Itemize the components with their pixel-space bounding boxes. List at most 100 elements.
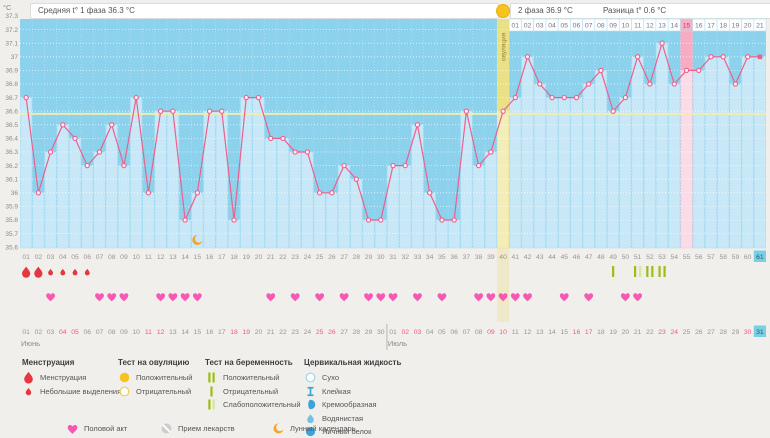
intercourse-heart[interactable] [486,293,495,301]
temperature-point[interactable] [36,191,40,195]
temperature-point[interactable] [195,191,199,195]
intercourse-heart[interactable] [46,293,55,301]
intercourse-heart[interactable] [474,293,483,301]
temperature-point[interactable] [733,82,737,86]
intercourse-heart[interactable] [168,293,177,301]
temperature-point[interactable] [697,68,701,72]
intercourse-heart[interactable] [364,293,373,301]
temperature-point[interactable] [684,68,688,72]
pregnancy-test-marker[interactable] [634,266,641,277]
temperature-point[interactable] [611,109,615,113]
temperature-point[interactable] [403,164,407,168]
intercourse-heart[interactable] [266,293,275,301]
temperature-point[interactable] [501,109,505,113]
temperature-point[interactable] [110,123,114,127]
temperature-point[interactable] [623,96,627,100]
temperature-point[interactable] [220,109,224,113]
temperature-point[interactable] [672,82,676,86]
intercourse-heart[interactable] [291,293,300,301]
temperature-point[interactable] [330,191,334,195]
intercourse-heart[interactable] [633,293,642,301]
temperature-point[interactable] [379,218,383,222]
menstruation-light-marker[interactable] [73,269,78,276]
temperature-point[interactable] [256,96,260,100]
temperature-point[interactable] [171,109,175,113]
temperature-point[interactable] [599,68,603,72]
intercourse-heart[interactable] [560,293,569,301]
temperature-point[interactable] [24,96,28,100]
temperature-point[interactable] [452,218,456,222]
temperature-point[interactable] [293,150,297,154]
temperature-point[interactable] [366,218,370,222]
temperature-point[interactable] [342,164,346,168]
intercourse-heart[interactable] [413,293,422,301]
cycle-day-number: 53 [658,254,666,261]
temperature-point[interactable] [636,55,640,59]
temperature-point[interactable] [146,191,150,195]
temperature-point[interactable] [232,218,236,222]
intercourse-heart[interactable] [584,293,593,301]
intercourse-heart[interactable] [523,293,532,301]
date-number: 27 [340,329,348,336]
temperature-point[interactable] [440,218,444,222]
menstruation-heavy-marker[interactable] [34,267,42,278]
intercourse-heart[interactable] [156,293,165,301]
temperature-point[interactable] [477,164,481,168]
intercourse-heart[interactable] [438,293,447,301]
menstruation-light-marker[interactable] [60,269,65,276]
intercourse-heart[interactable] [511,293,520,301]
temperature-point[interactable] [391,164,395,168]
cycle-day-number: 09 [120,254,128,261]
temperature-point[interactable] [415,123,419,127]
temperature-point[interactable] [159,109,163,113]
intercourse-heart[interactable] [340,293,349,301]
menstruation-light-marker[interactable] [85,269,90,276]
intercourse-heart[interactable] [193,293,202,301]
temperature-point[interactable] [48,150,52,154]
temperature-point[interactable] [550,96,554,100]
cycle-day-number: 51 [634,254,642,261]
menstruation-light-marker[interactable] [48,269,53,276]
temperature-point[interactable] [428,191,432,195]
temperature-point[interactable] [660,41,664,45]
pregnancy-test-marker[interactable] [612,266,614,277]
intercourse-heart[interactable] [315,293,324,301]
temperature-point[interactable] [562,96,566,100]
temperature-point[interactable] [122,164,126,168]
temperature-point[interactable] [721,55,725,59]
intercourse-heart[interactable] [120,293,129,301]
temperature-point[interactable] [587,82,591,86]
intercourse-heart[interactable] [107,293,116,301]
temperature-point[interactable] [269,136,273,140]
temperature-point[interactable] [574,96,578,100]
temperature-point[interactable] [513,96,517,100]
temperature-point[interactable] [538,82,542,86]
temperature-point[interactable] [244,96,248,100]
temperature-point[interactable] [134,96,138,100]
intercourse-heart[interactable] [376,293,385,301]
temperature-point[interactable] [305,150,309,154]
intercourse-heart[interactable] [621,293,630,301]
pregnancy-test-marker[interactable] [646,266,653,277]
temperature-point[interactable] [648,82,652,86]
intercourse-heart[interactable] [389,293,398,301]
temperature-point[interactable] [85,164,89,168]
temperature-point[interactable] [464,109,468,113]
intercourse-heart[interactable] [95,293,104,301]
pregnancy-test-marker[interactable] [658,266,665,277]
temperature-point[interactable] [489,150,493,154]
intercourse-heart[interactable] [181,293,190,301]
temperature-point[interactable] [709,55,713,59]
temperature-point[interactable] [525,55,529,59]
temperature-point[interactable] [61,123,65,127]
temperature-point[interactable] [318,191,322,195]
temperature-point-today[interactable] [758,55,763,60]
temperature-point[interactable] [97,150,101,154]
temperature-point[interactable] [746,55,750,59]
temperature-point[interactable] [183,218,187,222]
temperature-point[interactable] [207,109,211,113]
temperature-point[interactable] [281,136,285,140]
temperature-point[interactable] [354,177,358,181]
temperature-point[interactable] [73,136,77,140]
menstruation-heavy-marker[interactable] [22,267,30,278]
